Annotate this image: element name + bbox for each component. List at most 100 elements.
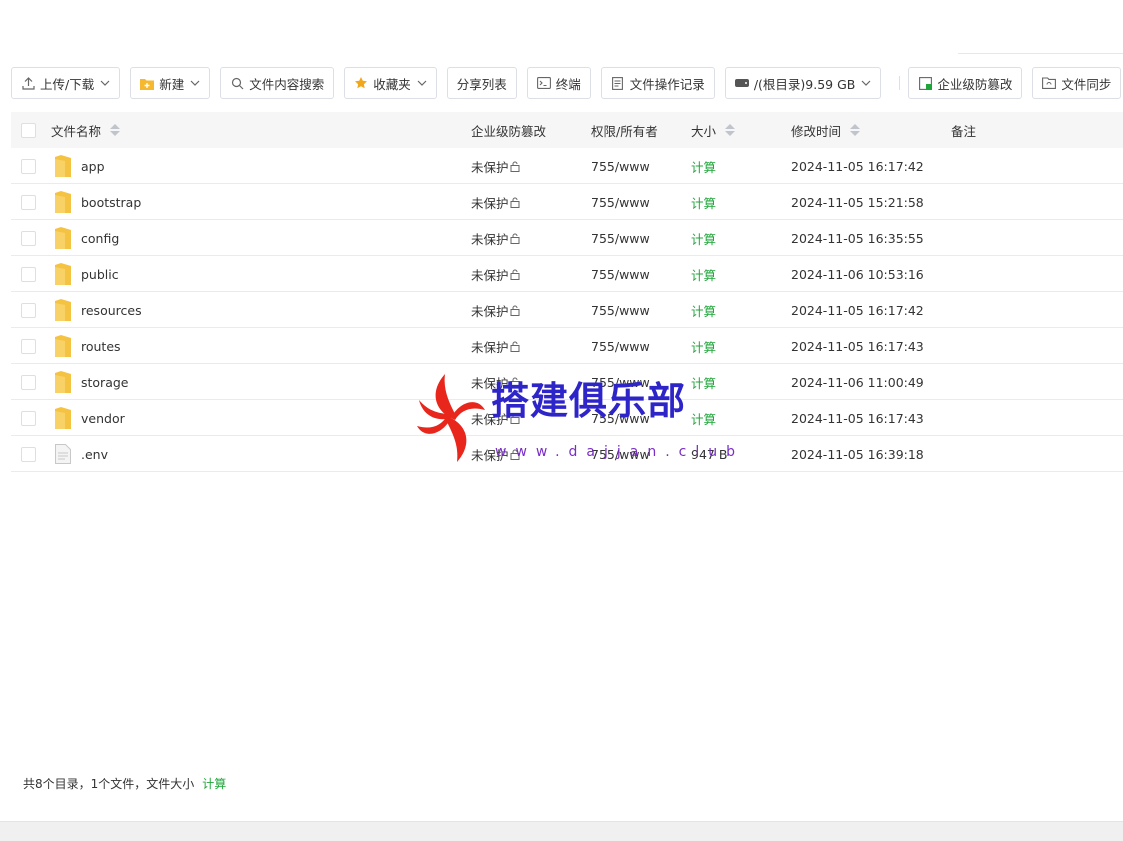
sort-icon[interactable]	[110, 124, 121, 136]
size-calc-link[interactable]: 计算	[691, 301, 716, 320]
unlock-icon[interactable]	[510, 269, 521, 280]
file-name[interactable]: storage	[81, 375, 129, 390]
file-name[interactable]: config	[81, 231, 119, 246]
size-calc-link[interactable]: 计算	[691, 229, 716, 248]
search-icon	[230, 76, 244, 90]
toolbar-divider	[899, 76, 901, 90]
chevron-down-icon	[417, 78, 427, 88]
unlock-icon[interactable]	[510, 305, 521, 316]
operation-log-button[interactable]: 文件操作记录	[600, 67, 715, 99]
row-checkbox[interactable]	[21, 338, 36, 354]
table-row[interactable]: .env 未保护 755/www 947 B 2024-11-05 16:39:18	[11, 436, 1123, 472]
folder-icon	[55, 299, 71, 321]
protect-status: 未保护	[471, 339, 509, 355]
unlock-icon[interactable]	[510, 233, 521, 244]
favorites-button[interactable]: 收藏夹	[344, 67, 437, 99]
row-checkbox[interactable]	[21, 230, 36, 246]
unlock-icon[interactable]	[510, 197, 521, 208]
new-label: 新建	[159, 76, 185, 92]
size-calc-link[interactable]: 计算	[691, 373, 716, 392]
chevron-down-icon	[861, 78, 871, 88]
share-list-button[interactable]: 分享列表	[446, 67, 517, 99]
header-name[interactable]: 文件名称	[51, 112, 121, 148]
table-row[interactable]: public 未保护 755/www 计算 2024-11-06 10:53:16	[11, 256, 1123, 292]
size-calc-link[interactable]: 计算	[691, 409, 716, 428]
row-checkbox[interactable]	[21, 374, 36, 390]
table-row[interactable]: vendor 未保护 755/www 计算 2024-11-05 16:17:43	[11, 400, 1123, 436]
new-folder-icon	[140, 76, 155, 90]
table-row[interactable]: routes 未保护 755/www 计算 2024-11-05 16:17:43	[11, 328, 1123, 364]
top-divider	[958, 53, 1123, 54]
file-sync-button[interactable]: 文件同步	[1032, 67, 1122, 99]
size-calc-link[interactable]: 计算	[691, 265, 716, 284]
file-name[interactable]: public	[81, 267, 119, 282]
row-checkbox[interactable]	[21, 266, 36, 282]
select-all-checkbox[interactable]	[21, 122, 36, 138]
file-icon	[55, 444, 71, 464]
size-calc-link[interactable]: 计算	[691, 157, 716, 176]
row-checkbox[interactable]	[21, 410, 36, 426]
tamper-protect-button[interactable]: 企业级防篡改	[908, 67, 1023, 99]
unlock-icon[interactable]	[510, 341, 521, 352]
permission-owner[interactable]: 755/www	[591, 159, 650, 174]
size-calc-link[interactable]: 计算	[691, 337, 716, 356]
disk-label: /(根目录)9.59 GB	[753, 76, 856, 92]
permission-owner[interactable]: 755/www	[591, 303, 650, 318]
permission-owner[interactable]: 755/www	[591, 195, 650, 210]
terminal-label: 终端	[555, 76, 581, 92]
terminal-button[interactable]: 终端	[526, 67, 591, 99]
header-size[interactable]: 大小	[691, 112, 736, 148]
protect-status: 未保护	[471, 303, 509, 319]
row-checkbox[interactable]	[21, 302, 36, 318]
file-name[interactable]: vendor	[81, 411, 125, 426]
modified-time: 2024-11-05 16:39:18	[791, 446, 924, 462]
modified-time: 2024-11-05 16:17:42	[791, 158, 924, 174]
content-search-label: 文件内容搜索	[249, 76, 325, 92]
file-table: 文件名称 企业级防篡改 权限/所有者 大小 修改时间 备注 app 未保护 755/…	[11, 112, 1123, 472]
table-row[interactable]: bootstrap 未保护 755/www 计算 2024-11-05 15:21:58	[11, 184, 1123, 220]
header-note-label: 备注	[951, 123, 977, 139]
sort-icon[interactable]	[725, 124, 736, 136]
permission-owner[interactable]: 755/www	[591, 447, 650, 462]
unlock-icon[interactable]	[510, 413, 521, 424]
unlock-icon[interactable]	[510, 161, 521, 172]
modified-time: 2024-11-05 16:35:55	[791, 230, 924, 246]
header-name-label: 文件名称	[51, 123, 102, 139]
table-row[interactable]: config 未保护 755/www 计算 2024-11-05 16:35:55	[11, 220, 1123, 256]
header-mtime[interactable]: 修改时间	[791, 112, 861, 148]
folder-icon	[55, 155, 71, 177]
new-button[interactable]: 新建	[130, 67, 211, 99]
file-name[interactable]: .env	[81, 447, 108, 462]
header-mtime-label: 修改时间	[791, 123, 842, 139]
protect-status: 未保护	[471, 159, 509, 175]
file-name[interactable]: resources	[81, 303, 142, 318]
unlock-icon[interactable]	[510, 449, 521, 460]
permission-owner[interactable]: 755/www	[591, 267, 650, 282]
protect-status: 未保护	[471, 231, 509, 247]
file-sync-label: 文件同步	[1061, 76, 1112, 92]
row-checkbox[interactable]	[21, 194, 36, 210]
modified-time: 2024-11-05 16:17:43	[791, 338, 924, 354]
unlock-icon[interactable]	[510, 377, 521, 388]
table-row[interactable]: resources 未保护 755/www 计算 2024-11-05 16:17:42	[11, 292, 1123, 328]
upload-download-button[interactable]: 上传/下载	[11, 67, 121, 99]
permission-owner[interactable]: 755/www	[591, 375, 650, 390]
permission-owner[interactable]: 755/www	[591, 411, 650, 426]
content-search-button[interactable]: 文件内容搜索	[220, 67, 335, 99]
table-row[interactable]: app 未保护 755/www 计算 2024-11-05 16:17:42	[11, 148, 1123, 184]
protect-status: 未保护	[471, 375, 509, 391]
footer-calc-link[interactable]: 计算	[202, 777, 226, 791]
row-checkbox[interactable]	[21, 158, 36, 174]
file-name[interactable]: routes	[81, 339, 121, 354]
file-name[interactable]: bootstrap	[81, 195, 141, 210]
sort-icon[interactable]	[850, 124, 861, 136]
row-checkbox[interactable]	[21, 446, 36, 462]
folder-icon	[55, 371, 71, 393]
table-row[interactable]: storage 未保护 755/www 计算 2024-11-06 11:00:49	[11, 364, 1123, 400]
size-calc-link[interactable]: 计算	[691, 193, 716, 212]
sync-folder-icon	[1042, 76, 1057, 90]
file-name[interactable]: app	[81, 159, 105, 174]
permission-owner[interactable]: 755/www	[591, 339, 650, 354]
disk-select[interactable]: /(根目录)9.59 GB	[724, 67, 882, 99]
permission-owner[interactable]: 755/www	[591, 231, 650, 246]
